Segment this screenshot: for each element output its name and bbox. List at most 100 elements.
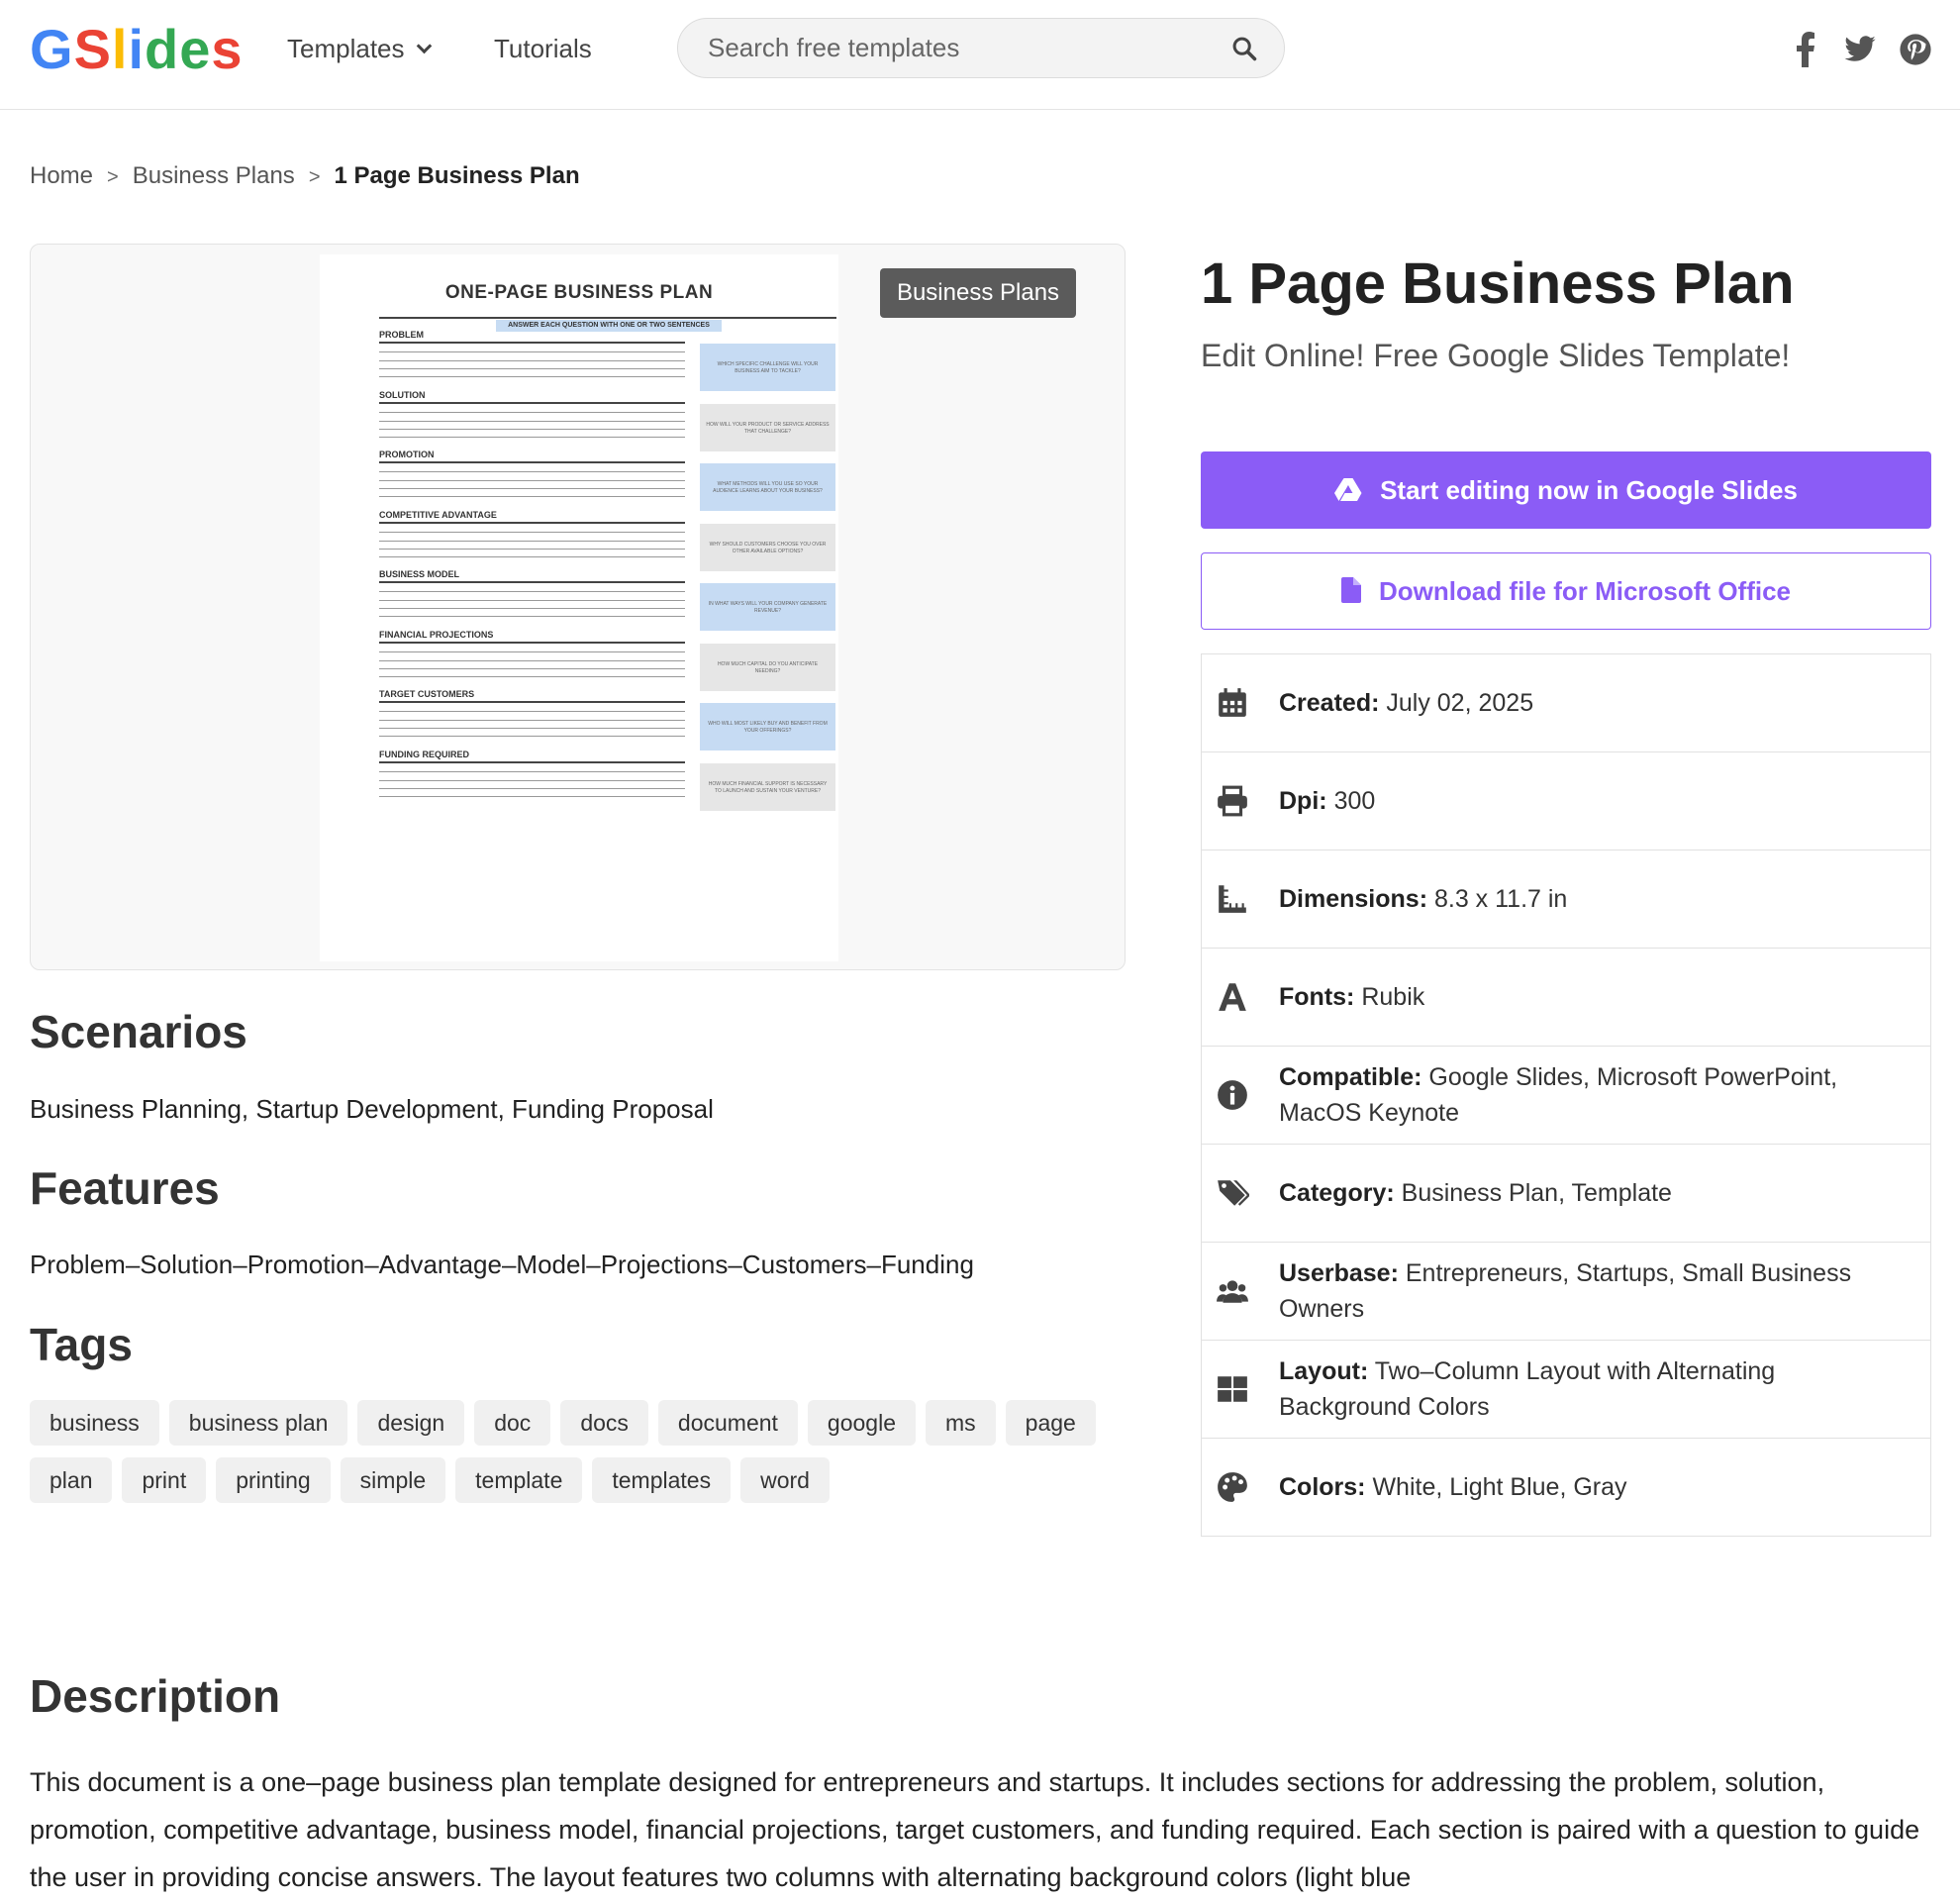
meta-label: Dimensions: xyxy=(1279,885,1428,913)
doc-section-label: PROMOTION xyxy=(379,450,435,459)
template-preview[interactable]: ONE-PAGE BUSINESS PLAN ANSWER EACH QUEST… xyxy=(30,244,1126,970)
nav-templates-label: Templates xyxy=(287,34,405,63)
tag-chip[interactable]: printing xyxy=(216,1457,331,1503)
edit-in-google-slides-button[interactable]: Start editing now in Google Slides xyxy=(1201,451,1931,529)
gslides-logo[interactable]: GSlides xyxy=(30,18,244,81)
doc-answer-line xyxy=(379,471,685,472)
doc-section-label: TARGET CUSTOMERS xyxy=(379,689,475,699)
tag-chip[interactable]: docs xyxy=(560,1400,648,1446)
calendar-icon xyxy=(1219,688,1246,717)
features-text: Problem–Solution–Promotion–Advantage–Mod… xyxy=(30,1250,974,1279)
doc-answer-line xyxy=(379,540,685,542)
doc-answer-line xyxy=(379,555,685,557)
edit-button-label: Start editing now in Google Slides xyxy=(1380,475,1798,505)
doc-answer-line xyxy=(379,420,685,422)
logo-letter: e xyxy=(179,18,212,80)
tag-chip[interactable]: page xyxy=(1005,1400,1096,1446)
meta-label: Category: xyxy=(1279,1179,1395,1207)
doc-section-label: FINANCIAL PROJECTIONS xyxy=(379,629,494,640)
meta-row: Category: Business Plan, Template xyxy=(1202,1145,1930,1243)
tag-chip[interactable]: template xyxy=(455,1457,583,1503)
download-office-button[interactable]: Download file for Microsoft Office xyxy=(1201,552,1931,630)
breadcrumb-category[interactable]: Business Plans xyxy=(133,162,295,189)
page-title: 1 Page Business Plan xyxy=(1201,251,1795,316)
doc-title-rule xyxy=(379,317,836,319)
tag-chip[interactable]: plan xyxy=(30,1457,113,1503)
meta-row: Created: July 02, 2025 xyxy=(1202,654,1930,752)
meta-row: Userbase: Entrepreneurs, Startups, Small… xyxy=(1202,1243,1930,1341)
tag-chip[interactable]: google xyxy=(807,1400,916,1446)
chevron-down-icon xyxy=(416,38,432,54)
breadcrumb-home[interactable]: Home xyxy=(30,162,93,189)
doc-answer-line xyxy=(379,641,685,644)
search-icon[interactable] xyxy=(1230,35,1258,62)
logo-letter: i xyxy=(128,18,146,80)
description-text: This document is a one–page business pla… xyxy=(30,1767,1920,1892)
layout-icon xyxy=(1218,1376,1247,1402)
doc-answer-line xyxy=(379,701,685,703)
doc-answer-line xyxy=(379,360,685,361)
template-details-table: Created: July 02, 2025 Dpi: 300 Dimensions… xyxy=(1201,653,1931,1537)
meta-text: Category: Business Plan, Template xyxy=(1279,1175,1901,1211)
doc-answer-line xyxy=(379,650,685,652)
tag-chip[interactable]: ms xyxy=(926,1400,996,1446)
font-icon xyxy=(1219,983,1246,1011)
doc-section-label: COMPETITIVE ADVANTAGE xyxy=(379,509,497,520)
doc-answer-line xyxy=(379,496,685,497)
breadcrumb-separator-icon: > xyxy=(107,166,119,188)
tag-chip[interactable]: simple xyxy=(340,1457,446,1503)
doc-answer-line xyxy=(379,436,685,438)
tag-chip[interactable]: business xyxy=(30,1400,159,1446)
tag-chip[interactable]: design xyxy=(357,1400,465,1446)
nav-templates-dropdown[interactable]: Templates xyxy=(287,32,432,65)
doc-answer-line xyxy=(379,787,685,789)
tags-list: business business plan design doc docs docume… xyxy=(30,1400,1128,1515)
tag-chip[interactable]: word xyxy=(740,1457,830,1503)
doc-answer-line xyxy=(379,711,685,712)
doc-section-label: SOLUTION xyxy=(379,389,426,400)
pinterest-icon[interactable] xyxy=(1899,32,1932,67)
doc-section-label: PROBLEM xyxy=(379,330,424,340)
doc-title: ONE-PAGE BUSINESS PLAN xyxy=(444,282,714,303)
meta-row: Dimensions: 8.3 x 11.7 in xyxy=(1202,850,1930,949)
meta-label: Layout: xyxy=(1279,1357,1369,1385)
meta-value: White, Light Blue, Gray xyxy=(1372,1473,1627,1501)
doc-answer-line xyxy=(379,728,685,729)
doc-answer-line xyxy=(379,667,685,669)
doc-question-box: WHO WILL MOST LIKELY BUY AND BENEFIT FRO… xyxy=(700,703,835,750)
search-input[interactable] xyxy=(708,19,1203,77)
meta-row: Dpi: 300 xyxy=(1202,752,1930,850)
tag-chip[interactable]: doc xyxy=(474,1400,551,1446)
doc-answer-line xyxy=(379,591,685,592)
doc-answer-line xyxy=(379,600,685,601)
doc-answer-line xyxy=(379,608,685,609)
tag-chip[interactable]: document xyxy=(657,1400,798,1446)
google-drive-icon xyxy=(1334,478,1362,502)
doc-answer-line xyxy=(379,461,685,463)
twitter-icon[interactable] xyxy=(1843,32,1877,67)
meta-row: Compatible: Google Slides, Microsoft Pow… xyxy=(1202,1047,1930,1145)
tag-chip[interactable]: templates xyxy=(592,1457,732,1503)
meta-text: Userbase: Entrepreneurs, Startups, Small… xyxy=(1279,1255,1901,1327)
logo-letter: l xyxy=(111,18,129,80)
category-badge[interactable]: Business Plans xyxy=(880,268,1076,318)
page-subtitle: Edit Online! Free Google Slides Template… xyxy=(1201,338,1791,373)
breadcrumb: Home > Business Plans >1 Page Business Plan xyxy=(30,160,580,193)
doc-answer-line xyxy=(379,342,685,344)
logo-letter: d xyxy=(145,18,180,80)
info-icon xyxy=(1218,1080,1247,1110)
meta-label: Created: xyxy=(1279,689,1380,717)
doc-answer-line xyxy=(379,795,685,797)
doc-answer-line xyxy=(379,675,685,677)
scenarios-heading: Scenarios xyxy=(30,1006,247,1057)
doc-answer-line xyxy=(379,616,685,617)
download-button-label: Download file for Microsoft Office xyxy=(1378,576,1791,606)
nav-tutorials-link[interactable]: Tutorials xyxy=(494,32,592,65)
facebook-icon[interactable] xyxy=(1796,32,1815,67)
doc-question-box: WHY SHOULD CUSTOMERS CHOOSE YOU OVER OTH… xyxy=(700,523,835,571)
tag-chip[interactable]: business plan xyxy=(168,1400,348,1446)
doc-answer-line xyxy=(379,401,685,404)
doc-question-box: WHAT METHODS WILL YOU USE SO YOUR AUDIEN… xyxy=(700,463,835,511)
tag-chip[interactable]: print xyxy=(122,1457,207,1503)
doc-answer-line xyxy=(379,531,685,533)
